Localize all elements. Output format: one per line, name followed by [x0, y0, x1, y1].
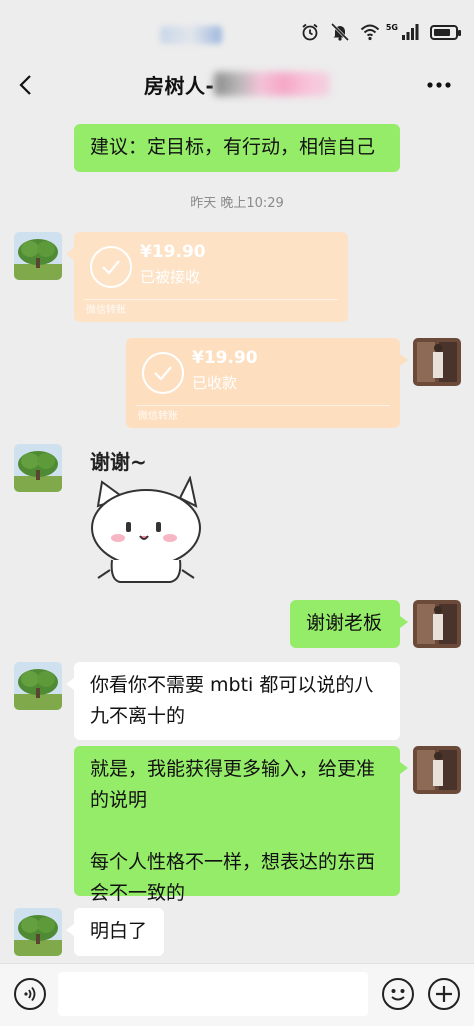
- check-icon: [90, 246, 132, 288]
- avatar-contact[interactable]: [14, 662, 62, 710]
- message-text: 谢谢老板: [306, 612, 383, 634]
- message-text: 建议：定目标，有行动，相信自己: [90, 136, 376, 158]
- signal-icon: [402, 24, 419, 40]
- message-paragraph: 每个人性格不一样，想表达的东西会不一致的: [90, 851, 376, 904]
- message-text: 明白了: [90, 920, 148, 942]
- message-bubble-received[interactable]: 明白了: [66, 908, 164, 956]
- timestamp: 昨天 晚上10:29: [190, 196, 284, 211]
- voice-icon: [24, 986, 36, 1002]
- battery-level: [434, 28, 450, 36]
- message-input[interactable]: [58, 972, 368, 1016]
- message-bubble-sent[interactable]: 谢谢老板: [290, 600, 408, 648]
- transfer-footer: 微信转账: [138, 411, 178, 422]
- back-button[interactable]: [10, 70, 40, 100]
- cat-sticker-image: [91, 476, 201, 583]
- divider: [136, 405, 390, 406]
- avatar-contact[interactable]: [14, 908, 62, 956]
- emoji-icon: [391, 989, 405, 1001]
- more-dots-icon: [427, 82, 451, 88]
- message-bubble-received[interactable]: 你看你不需要 mbti 都可以说的八九不离十的: [66, 662, 400, 740]
- tree-avatar-image: [14, 662, 62, 710]
- message-paragraph: 就是，我能获得更多输入，给更准的说明: [90, 758, 376, 811]
- divider: [84, 299, 338, 300]
- wifi-icon: [360, 24, 380, 41]
- transfer-card-received[interactable]: ¥19.90 已被接收 微信转账: [66, 232, 348, 322]
- chat-area[interactable]: 建议：定目标，有行动，相信自己 昨天 晚上10:29 ¥19.90 已被接收 微…: [0, 108, 474, 963]
- sticker-text: 谢谢~: [90, 450, 147, 474]
- network-label: 5G: [385, 22, 398, 32]
- transfer-amount: ¥19.90: [140, 242, 206, 262]
- voice-button[interactable]: [14, 978, 46, 1010]
- avatar-contact[interactable]: [14, 232, 62, 280]
- avatar-self[interactable]: [413, 746, 461, 794]
- message-bubble-sent[interactable]: 就是，我能获得更多输入，给更准的说明 每个人性格不一样，想表达的东西会不一致的: [74, 746, 408, 904]
- avatar-contact[interactable]: [14, 444, 62, 492]
- plus-icon: [436, 986, 452, 1002]
- transfer-status: 已被接收: [140, 268, 201, 286]
- status-icons: 5G: [300, 22, 461, 42]
- tree-avatar-image: [14, 444, 62, 492]
- chat-title-blurred: [214, 72, 330, 96]
- more-button[interactable]: [424, 70, 454, 100]
- message-text: 你看你不需要 mbti 都可以说的八九不离十的: [90, 674, 374, 727]
- plus-button[interactable]: [428, 978, 460, 1010]
- self-avatar-image: [413, 338, 461, 386]
- message-bubble-sent[interactable]: 建议：定目标，有行动，相信自己: [74, 124, 400, 172]
- input-bar: [0, 963, 474, 1026]
- alarm-icon: [302, 23, 318, 41]
- cat-sticker[interactable]: 谢谢~: [84, 446, 204, 586]
- transfer-footer: 微信转账: [86, 305, 126, 316]
- mute-icon: [330, 22, 349, 42]
- check-icon: [142, 352, 184, 394]
- tree-avatar-image: [14, 908, 62, 956]
- chat-title: 房树人-: [144, 74, 215, 98]
- status-time-blurred: [160, 26, 222, 44]
- transfer-amount: ¥19.90: [192, 348, 258, 368]
- avatar-self[interactable]: [413, 338, 461, 386]
- transfer-status: 已收款: [192, 374, 238, 392]
- transfer-card-collected[interactable]: ¥19.90 已收款 微信转账: [126, 338, 408, 428]
- battery-icon: [430, 24, 461, 40]
- avatar-self[interactable]: [413, 600, 461, 648]
- self-avatar-image: [413, 746, 461, 794]
- emoji-button[interactable]: [382, 978, 414, 1010]
- self-avatar-image: [413, 600, 461, 648]
- chevron-left-icon: [19, 75, 31, 95]
- tree-avatar-image: [14, 232, 62, 280]
- chat-header: 房树人-: [0, 62, 474, 108]
- status-bar: 5G: [0, 0, 474, 62]
